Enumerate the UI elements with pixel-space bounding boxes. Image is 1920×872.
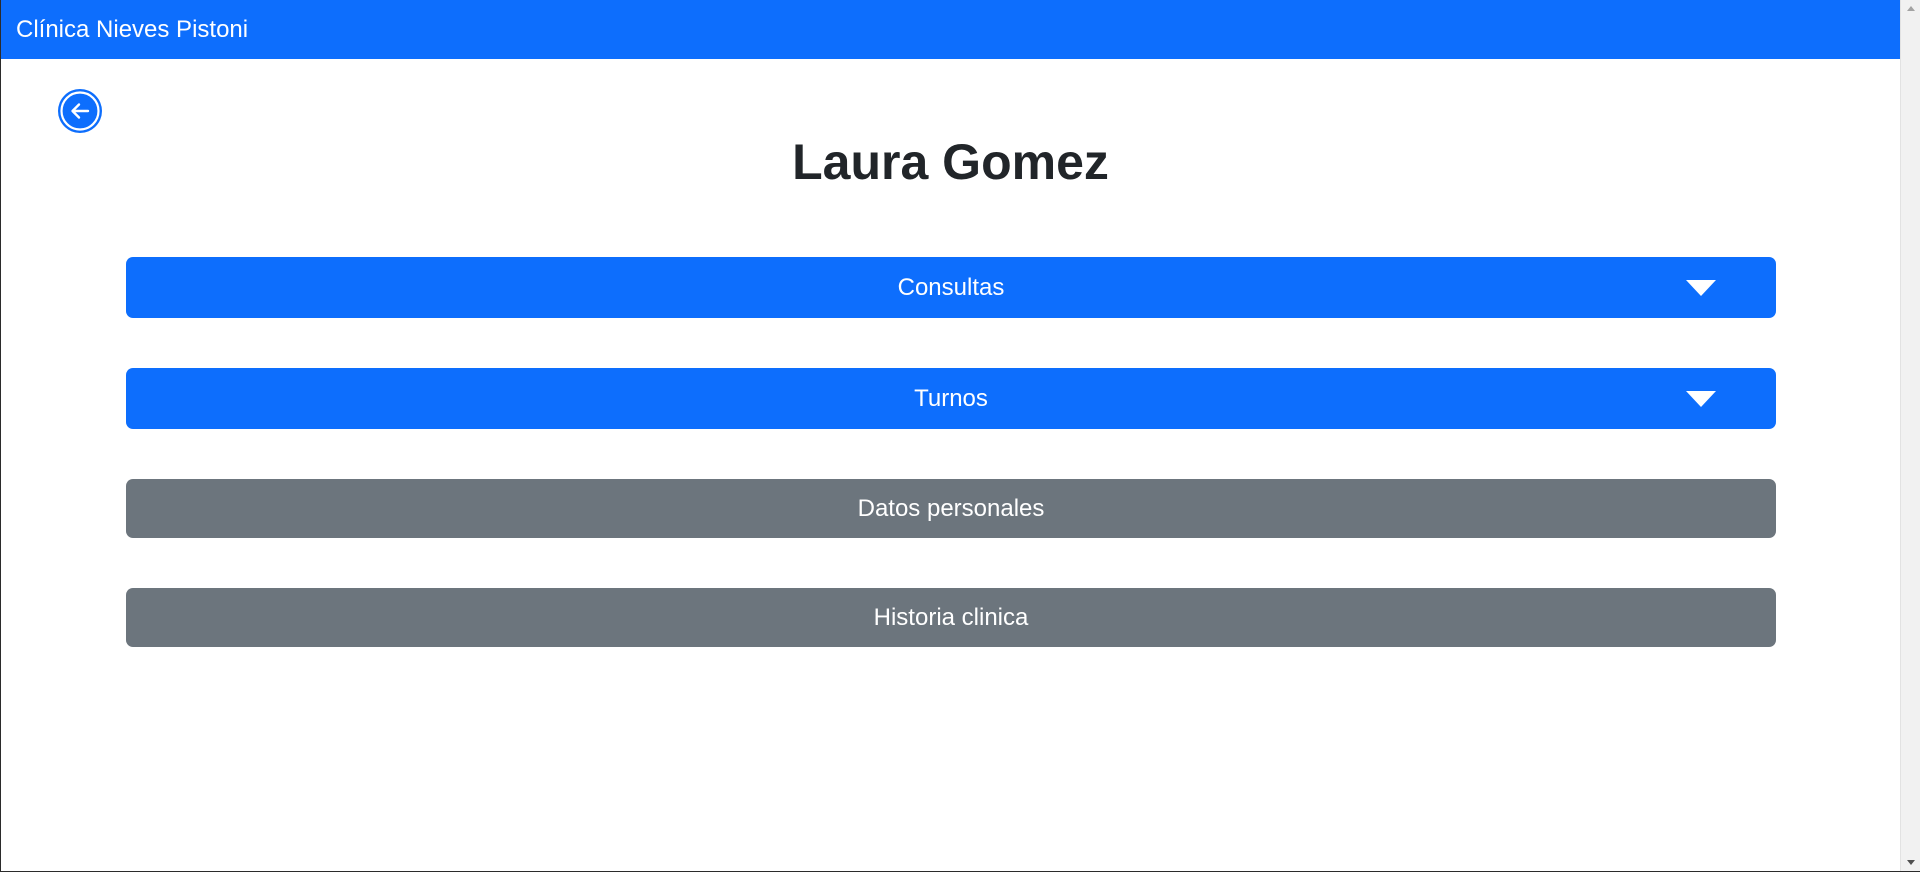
consultas-label: Consultas	[897, 273, 1005, 301]
navbar-brand[interactable]: Clínica Nieves Pistoni	[16, 17, 248, 42]
navbar: Clínica Nieves Pistoni	[1, 0, 1900, 59]
turnos-toggle-button[interactable]: Turnos	[126, 368, 1776, 429]
caret-down-icon	[1686, 390, 1716, 407]
consultas-toggle-button[interactable]: Consultas	[126, 257, 1776, 318]
caret-down-icon	[1686, 279, 1716, 296]
scroll-up-icon[interactable]	[1907, 6, 1915, 11]
turnos-label: Turnos	[914, 384, 988, 412]
arrow-left-circle-icon	[58, 89, 102, 133]
scroll-down-icon[interactable]	[1907, 860, 1915, 865]
back-button[interactable]	[58, 89, 102, 133]
datos-personales-button[interactable]: Datos personales	[126, 479, 1776, 538]
app-viewport: Clínica Nieves Pistoni Laura Gomez Consu…	[0, 0, 1920, 872]
vertical-scrollbar[interactable]	[1900, 0, 1920, 871]
historia-clinica-button[interactable]: Historia clinica	[126, 588, 1776, 647]
page-title: Laura Gomez	[792, 134, 1109, 190]
historia-clinica-label: Historia clinica	[873, 603, 1029, 631]
datos-personales-label: Datos personales	[857, 494, 1045, 522]
